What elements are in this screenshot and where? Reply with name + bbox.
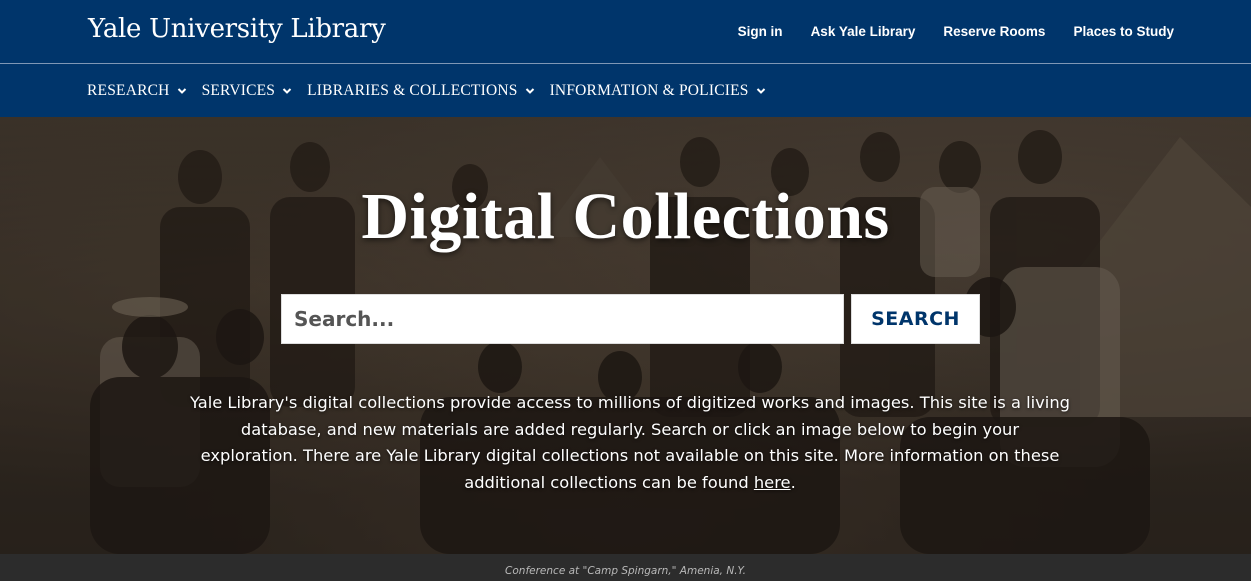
nav-item-label: LIBRARIES & COLLECTIONS	[307, 82, 518, 99]
nav-item-label: RESEARCH	[87, 82, 170, 99]
chevron-down-icon	[525, 88, 534, 94]
hero-section: Digital Collections SEARCH Yale Library'…	[0, 117, 1251, 554]
sign-in-link[interactable]: Sign in	[738, 24, 783, 39]
search-button[interactable]: SEARCH	[851, 294, 980, 344]
places-to-study-link[interactable]: Places to Study	[1073, 24, 1174, 39]
chevron-down-icon	[282, 88, 292, 94]
intro-description-end: .	[790, 472, 796, 492]
top-header: Yale University Library Sign in Ask Yale…	[0, 0, 1251, 64]
chevron-down-icon	[756, 88, 765, 94]
nav-item-label: INFORMATION & POLICIES	[549, 82, 749, 99]
reserve-rooms-link[interactable]: Reserve Rooms	[943, 24, 1045, 39]
chevron-down-icon	[177, 88, 186, 94]
nav-item-services[interactable]: SERVICES	[202, 82, 293, 100]
intro-description-text: Yale Library's digital collections provi…	[190, 393, 1070, 492]
search-input[interactable]	[281, 294, 844, 344]
utility-nav: Sign in Ask Yale Library Reserve Rooms P…	[738, 24, 1174, 39]
nav-item-libraries-collections[interactable]: LIBRARIES & COLLECTIONS	[307, 82, 534, 100]
photo-caption: Conference at "Camp Spingarn," Amenia, N…	[0, 554, 1251, 581]
additional-collections-link[interactable]: here	[754, 473, 791, 492]
ask-yale-library-link[interactable]: Ask Yale Library	[811, 24, 916, 39]
page-title: Digital Collections	[361, 180, 890, 253]
main-nav: RESEARCH SERVICES LIBRARIES & COLLECTION…	[0, 65, 1251, 117]
intro-description: Yale Library's digital collections provi…	[190, 390, 1070, 496]
nav-item-label: SERVICES	[201, 82, 276, 99]
site-logo[interactable]: Yale University Library	[88, 14, 386, 44]
nav-item-research[interactable]: RESEARCH	[87, 82, 187, 100]
nav-item-information-policies[interactable]: INFORMATION & POLICIES	[550, 82, 766, 100]
